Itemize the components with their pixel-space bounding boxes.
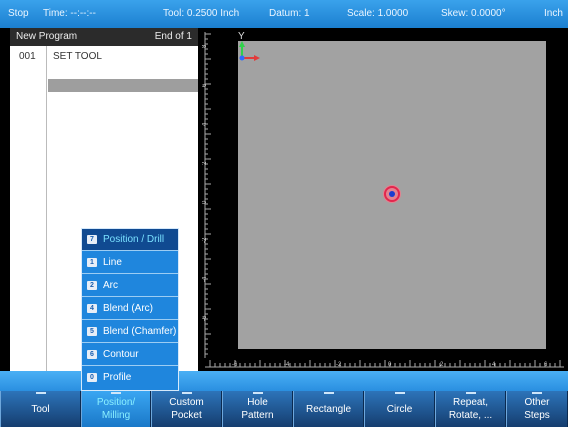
key-badge: 7 [87,235,97,244]
menu-item-label: Position / Drill [103,234,165,245]
ruler-label: -4 [284,362,290,368]
graphic-view: 8 6 4 2 0 -2 -4 -6 -6 -4 -2 0 2 4 6 Y [202,28,568,371]
softkey-label: Hole [247,397,268,408]
menu-item-label: Blend (Chamfer) [103,326,177,337]
softkey-position-milling[interactable]: Position/ Milling [81,391,151,427]
menu-item-profile[interactable]: 0 Profile [82,367,178,389]
step-number: 001 [19,51,36,62]
softkey-circle[interactable]: Circle [364,391,435,427]
key-badge: 0 [87,373,97,382]
menu-item-label: Arc [103,280,118,291]
menu-item-label: Blend (Arc) [103,303,154,314]
units-readout: Inch [544,8,563,19]
menu-item-label: Profile [103,372,132,383]
menu-item-line[interactable]: 1 Line [82,252,178,274]
softkey-repeat-rotate[interactable]: Repeat, Rotate, ... [435,391,506,427]
scale-readout: Scale: 1.0000 [347,8,409,19]
ruler-label: -6 [202,315,208,321]
softkey-label: Pocket [171,410,202,421]
program-position: End of 1 [154,31,192,42]
softkey-label: Pattern [241,410,274,421]
program-header: New Program End of 1 [10,28,198,46]
softkey-label: Tool [31,403,50,415]
softkey-label: Custom [169,397,204,408]
tool-position-marker [383,185,401,203]
softkey-label: Steps [524,410,550,421]
softkey-bar: Tool Position/ Milling Custom Pocket Hol… [0,391,568,427]
menu-item-arc[interactable]: 2 Arc [82,275,178,297]
menu-item-label: Line [103,257,122,268]
softkey-label: Repeat, [452,397,489,408]
softkey-label: Other [524,397,550,408]
key-badge: 1 [87,258,97,267]
vertical-ruler: 86420-2-4-6 [202,32,211,358]
softkey-label: Rotate, ... [448,410,493,421]
step-text: SET TOOL [53,51,102,62]
time-readout: Time: --:--:-- [43,8,96,19]
menu-item-blend-arc[interactable]: 4 Blend (Arc) [82,298,178,320]
softkey-label: Position/ [96,397,136,408]
ruler-label: -6 [232,362,238,368]
tool-readout: Tool: 0.2500 Inch [163,8,240,19]
program-step-row[interactable]: 001 SET TOOL [10,49,198,64]
key-badge: 5 [87,327,97,336]
program-name: New Program [16,31,78,42]
softkey-other-steps[interactable]: Other Steps [506,391,568,427]
plot-overlay: 86420-2-4-6 -6 -4 -2 0 2 4 6 Y [202,31,564,368]
softkey-label: Circle [386,403,413,415]
key-badge: 4 [87,304,97,313]
key-badge: 2 [87,281,97,290]
menu-item-blend-chamfer[interactable]: 5 Blend (Chamfer) [82,321,178,343]
line-number-column [10,46,47,371]
ruler-label: -4 [202,276,208,282]
datum-readout: Datum: 1 [269,8,310,19]
horizontal-ruler: -6 -4 -2 0 2 4 6 [205,360,564,368]
softkey-hole-pattern[interactable]: Hole Pattern [222,391,293,427]
softkey-custom-pocket[interactable]: Custom Pocket [151,391,222,427]
program-cursor-row[interactable] [48,79,198,92]
softkey-rectangle[interactable]: Rectangle [293,391,364,427]
key-badge: 6 [87,350,97,359]
softkey-tool[interactable]: Tool [0,391,81,427]
status-bar: Stop Time: --:--:-- Tool: 0.2500 Inch Da… [0,0,568,28]
skew-readout: Skew: 0.0000° [441,8,506,19]
softkey-label: Rectangle [305,403,352,415]
position-milling-menu: 7 Position / Drill 1 Line 2 Arc 4 Blend … [81,228,179,391]
axis-indicator-icon: Y [238,31,260,61]
menu-item-label: Contour [103,349,139,360]
ruler-label: -2 [202,237,208,243]
menu-item-contour[interactable]: 6 Contour [82,344,178,366]
menu-item-position-drill[interactable]: 7 Position / Drill [82,229,178,251]
run-state: Stop [8,8,29,19]
ruler-label: -2 [336,362,342,368]
softkey-label: Milling [101,410,131,421]
y-axis-label: Y [238,31,245,42]
